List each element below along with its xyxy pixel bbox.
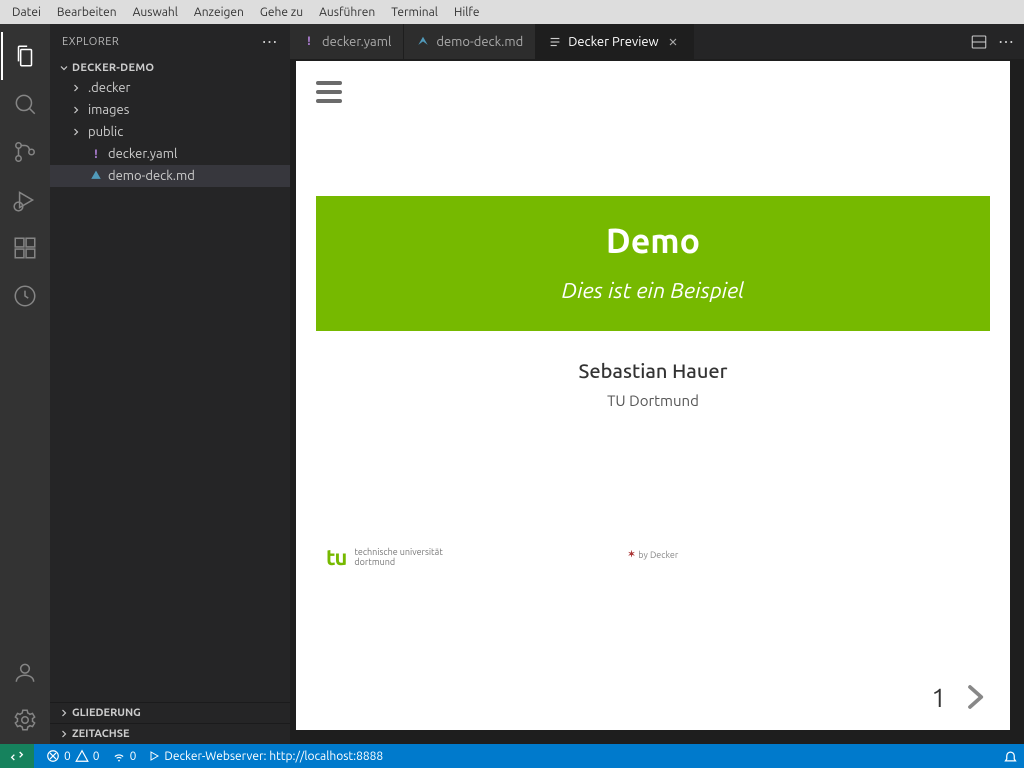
explorer-icon[interactable] <box>1 32 49 80</box>
markdown-icon <box>88 169 104 183</box>
menu-bearbeiten[interactable]: Bearbeiten <box>49 6 125 19</box>
slide-affiliation: TU Dortmund <box>316 392 990 409</box>
folder-public[interactable]: public <box>50 121 290 143</box>
file-label: decker.yaml <box>108 147 177 161</box>
menu-gehezu[interactable]: Gehe zu <box>252 6 311 19</box>
tab-label: Decker Preview <box>568 35 658 49</box>
tab-label: decker.yaml <box>322 35 391 49</box>
status-server-label: Decker-Webserver: http://localhost:8888 <box>164 750 383 763</box>
debug-icon[interactable] <box>1 176 49 224</box>
preview-icon <box>548 35 562 49</box>
status-decker-server[interactable]: Decker-Webserver: http://localhost:8888 <box>142 750 389 763</box>
menu-terminal[interactable]: Terminal <box>383 6 446 19</box>
tu-logo-line2: dortmund <box>354 558 442 567</box>
slide-title: Demo <box>326 222 980 260</box>
status-warnings: 0 <box>93 750 100 763</box>
git-icon[interactable] <box>1 128 49 176</box>
sidebar-title: EXPLORER <box>62 36 119 48</box>
panel-label: ZEITACHSE <box>72 728 130 740</box>
workspace-root-label: DECKER-DEMO <box>72 62 154 74</box>
slide-pager: 1 <box>931 680 990 714</box>
tabbar: ! decker.yaml demo-deck.md Decker Previe… <box>290 24 1024 59</box>
notifications-icon[interactable] <box>997 749 1024 764</box>
close-icon[interactable] <box>665 36 681 48</box>
yaml-icon: ! <box>302 35 316 48</box>
folder-label: .decker <box>88 81 130 95</box>
decker-ext-icon[interactable] <box>1 272 49 320</box>
status-port-count: 0 <box>130 750 137 763</box>
decker-credit-label: by Decker <box>638 550 678 560</box>
tab-demo-deck-md[interactable]: demo-deck.md <box>404 24 536 59</box>
decker-mark-icon: ✶ <box>628 549 636 560</box>
statusbar: 0 0 0 Decker-Webserver: http://localhost… <box>0 744 1024 768</box>
tu-logo: tu technische universität dortmund <box>326 545 443 570</box>
panel-gliederung[interactable]: GLIEDERUNG <box>50 702 290 723</box>
file-decker-yaml[interactable]: ! decker.yaml <box>50 143 290 165</box>
folder-images[interactable]: images <box>50 99 290 121</box>
remote-icon[interactable] <box>0 744 34 768</box>
folder-decker[interactable]: .decker <box>50 77 290 99</box>
activity-bar <box>0 24 50 744</box>
slide-author: Sebastian Hauer <box>316 359 990 382</box>
status-ports[interactable]: 0 <box>106 749 143 763</box>
menu-hilfe[interactable]: Hilfe <box>446 6 488 19</box>
more-actions-icon[interactable]: ⋯ <box>998 32 1014 51</box>
status-errors: 0 <box>64 750 71 763</box>
settings-gear-icon[interactable] <box>1 696 49 744</box>
decker-credit: ✶ by Decker <box>628 549 678 560</box>
tab-decker-preview[interactable]: Decker Preview <box>536 24 693 59</box>
folder-label: images <box>88 103 129 117</box>
panel-label: GLIEDERUNG <box>72 707 141 719</box>
workspace-root[interactable]: DECKER-DEMO <box>50 59 290 77</box>
menu-datei[interactable]: Datei <box>4 6 49 19</box>
folder-label: public <box>88 125 123 139</box>
sidebar-more-icon[interactable]: ⋯ <box>262 32 279 51</box>
file-label: demo-deck.md <box>108 169 195 183</box>
menu-ausfuehren[interactable]: Ausführen <box>311 6 383 19</box>
tab-label: demo-deck.md <box>436 35 523 49</box>
sidebar: EXPLORER ⋯ DECKER-DEMO .decker images pu… <box>50 24 290 744</box>
search-icon[interactable] <box>1 80 49 128</box>
decker-preview: Demo Dies ist ein Beispiel Sebastian Hau… <box>296 61 1010 730</box>
extensions-icon[interactable] <box>1 224 49 272</box>
yaml-icon: ! <box>88 148 104 161</box>
editor-area: ! decker.yaml demo-deck.md Decker Previe… <box>290 24 1024 744</box>
page-number: 1 <box>931 683 946 712</box>
hamburger-icon[interactable] <box>316 81 342 103</box>
split-editor-icon[interactable] <box>970 33 988 51</box>
next-slide-icon[interactable] <box>960 680 990 714</box>
slide-title-block: Demo Dies ist ein Beispiel <box>316 196 990 331</box>
account-icon[interactable] <box>1 648 49 696</box>
file-demo-deck-md[interactable]: demo-deck.md <box>50 165 290 187</box>
markdown-icon <box>416 35 430 49</box>
menu-auswahl[interactable]: Auswahl <box>125 6 186 19</box>
menu-anzeigen[interactable]: Anzeigen <box>186 6 252 19</box>
menubar: Datei Bearbeiten Auswahl Anzeigen Gehe z… <box>0 0 1024 24</box>
tab-decker-yaml[interactable]: ! decker.yaml <box>290 24 404 59</box>
status-problems[interactable]: 0 0 <box>40 749 106 763</box>
panel-zeitachse[interactable]: ZEITACHSE <box>50 723 290 744</box>
slide-subtitle: Dies ist ein Beispiel <box>326 278 980 303</box>
tu-logo-mark: tu <box>326 545 346 570</box>
